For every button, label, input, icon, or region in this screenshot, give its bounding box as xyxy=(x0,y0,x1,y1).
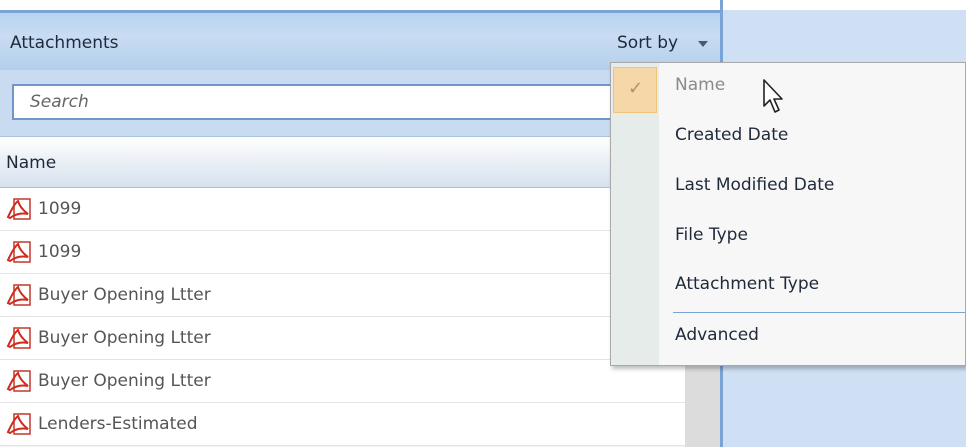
sort-by-button[interactable]: Sort by xyxy=(617,33,678,53)
menu-item-label: Created Date xyxy=(675,125,789,145)
panel-title: Attachments xyxy=(10,33,119,53)
pdf-icon xyxy=(6,241,31,263)
sort-option-attachment-type[interactable]: Attachment Type xyxy=(611,262,966,312)
column-header-label: Name xyxy=(6,153,57,173)
pdf-icon xyxy=(6,284,31,306)
list-item[interactable]: Buyer Opening Ltter xyxy=(0,317,685,360)
menu-item-label: Last Modified Date xyxy=(675,175,835,195)
sort-menu: ✓ Name Created Date Last Modified Date F… xyxy=(610,62,966,366)
file-name: 1099 xyxy=(38,199,82,219)
pdf-icon xyxy=(6,327,31,349)
list-item[interactable]: Lenders-Estimated xyxy=(0,403,685,446)
chevron-down-icon[interactable] xyxy=(698,41,708,47)
menu-item-label: Advanced xyxy=(675,325,759,345)
pdf-icon xyxy=(6,370,31,392)
sort-option-file-type[interactable]: File Type xyxy=(611,213,966,263)
checked-highlight: ✓ xyxy=(613,67,657,113)
list-item[interactable]: 1099 xyxy=(0,188,685,231)
sort-option-created-date[interactable]: Created Date xyxy=(611,113,966,163)
file-name: Buyer Opening Ltter xyxy=(38,371,211,391)
menu-item-label: Attachment Type xyxy=(675,274,820,294)
preview-top-strip xyxy=(723,0,966,10)
sort-option-advanced[interactable]: Advanced xyxy=(611,313,966,363)
file-name: Buyer Opening Ltter xyxy=(38,285,211,305)
search-input[interactable] xyxy=(12,84,652,120)
menu-item-label: Name xyxy=(675,75,726,95)
sort-option-name[interactable]: ✓ Name xyxy=(611,63,966,113)
list-item[interactable]: Buyer Opening Ltter xyxy=(0,360,685,403)
list-item[interactable]: 1099 xyxy=(0,231,685,274)
attachment-list: 1099 1099 Buyer Opening Ltter Buyer Open… xyxy=(0,188,685,446)
sort-option-last-modified-date[interactable]: Last Modified Date xyxy=(611,163,966,213)
pdf-icon xyxy=(6,413,31,435)
checkmark-icon: ✓ xyxy=(628,78,644,99)
column-header-name[interactable]: Name xyxy=(0,136,685,188)
panel-top-strip xyxy=(0,0,723,10)
pdf-icon xyxy=(6,198,31,220)
file-name: 1099 xyxy=(38,242,82,262)
menu-item-label: File Type xyxy=(675,225,748,245)
mouse-cursor-icon xyxy=(763,79,783,113)
list-item[interactable]: Buyer Opening Ltter xyxy=(0,274,685,317)
file-name: Buyer Opening Ltter xyxy=(38,328,211,348)
panel-header: Attachments Sort by xyxy=(0,10,720,70)
file-name: Lenders-Estimated xyxy=(38,414,198,434)
